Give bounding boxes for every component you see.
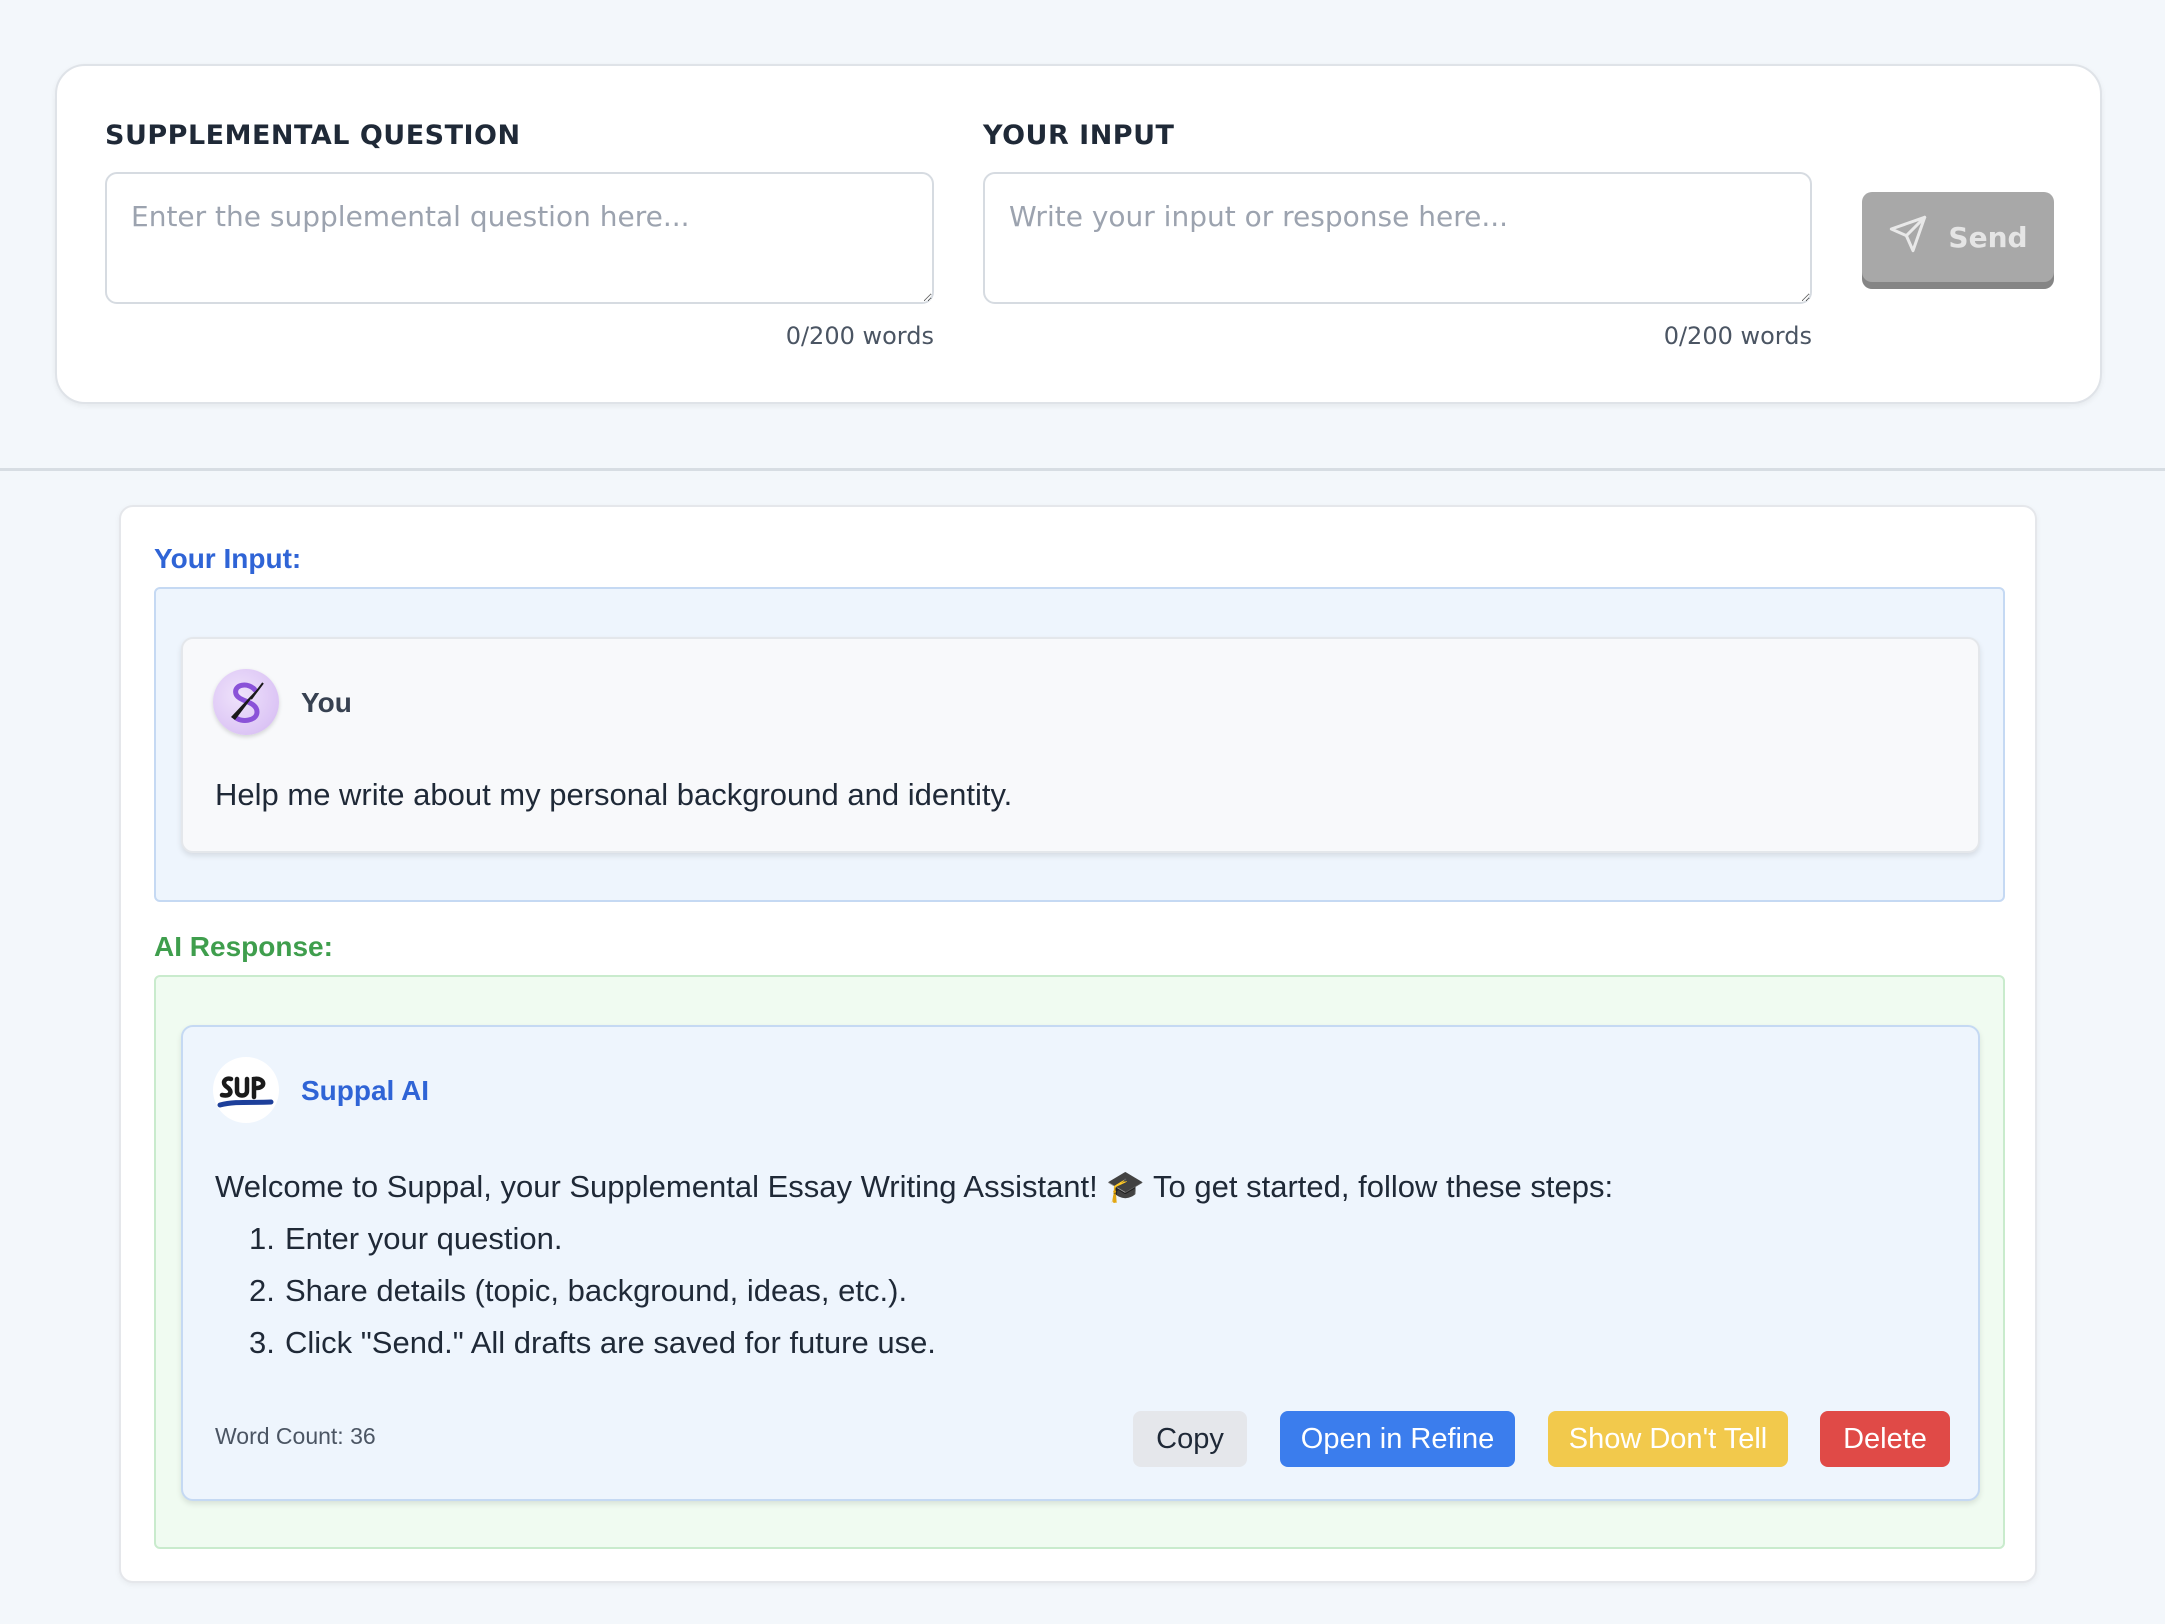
ai-response-panel: Suppal AI Welcome to Suppal, your Supple…	[154, 975, 2005, 1549]
quill-pen-icon	[213, 669, 279, 735]
list-item: 1. Enter your question.	[215, 1213, 1613, 1265]
supplemental-question-input[interactable]	[105, 172, 934, 304]
ai-sender-name: Suppal AI	[301, 1075, 430, 1106]
step-text: Enter your question.	[285, 1221, 563, 1256]
step-number: 2.	[249, 1273, 275, 1308]
send-button[interactable]: Send	[1862, 192, 2054, 282]
step-number: 3.	[249, 1325, 275, 1360]
suppal-logo-icon	[213, 1057, 279, 1123]
step-text: Share details (topic, background, ideas,…	[285, 1273, 908, 1308]
composer-card: SUPPLEMENTAL QUESTION 0/200 words YOUR I…	[55, 64, 2102, 404]
supplemental-question-label: SUPPLEMENTAL QUESTION	[105, 120, 521, 151]
step-text: Click "Send." All drafts are saved for f…	[285, 1325, 936, 1360]
list-item: 3. Click "Send." All drafts are saved for…	[215, 1317, 1613, 1369]
ai-message-body: Welcome to Suppal, your Supplemental Ess…	[215, 1161, 1613, 1369]
section-divider	[0, 468, 2165, 471]
user-input-panel: You Help me write about my personal back…	[154, 587, 2005, 902]
conversation-card: Your Input: You Help me write about my p…	[119, 505, 2037, 1583]
your-input-label: YOUR INPUT	[983, 120, 1175, 151]
your-input-field[interactable]	[983, 172, 1812, 304]
ai-response-heading: AI Response:	[154, 931, 333, 962]
send-label: Send	[1948, 220, 2028, 254]
copy-button[interactable]: Copy	[1133, 1411, 1247, 1467]
user-message-text: Help me write about my personal backgrou…	[215, 777, 1013, 812]
show-dont-tell-button[interactable]: Show Don't Tell	[1548, 1411, 1788, 1467]
delete-button[interactable]: Delete	[1820, 1411, 1950, 1467]
send-icon	[1888, 214, 1928, 261]
user-message: You Help me write about my personal back…	[181, 637, 1980, 853]
ai-word-count: Word Count: 36	[215, 1423, 376, 1449]
ai-message: Suppal AI Welcome to Suppal, your Supple…	[181, 1025, 1980, 1501]
open-in-refine-button[interactable]: Open in Refine	[1280, 1411, 1515, 1467]
your-input-heading: Your Input:	[154, 543, 302, 574]
ai-intro-text: Welcome to Suppal, your Supplemental Ess…	[215, 1169, 1614, 1204]
step-number: 1.	[249, 1221, 275, 1256]
question-word-count: 0/200 words	[785, 322, 934, 350]
ai-steps-list: 1. Enter your question. 2. Share details (…	[215, 1213, 1613, 1369]
user-sender-name: You	[301, 687, 352, 718]
list-item: 2. Share details (topic, background, idea…	[215, 1265, 1613, 1317]
input-word-count: 0/200 words	[1663, 322, 1812, 350]
